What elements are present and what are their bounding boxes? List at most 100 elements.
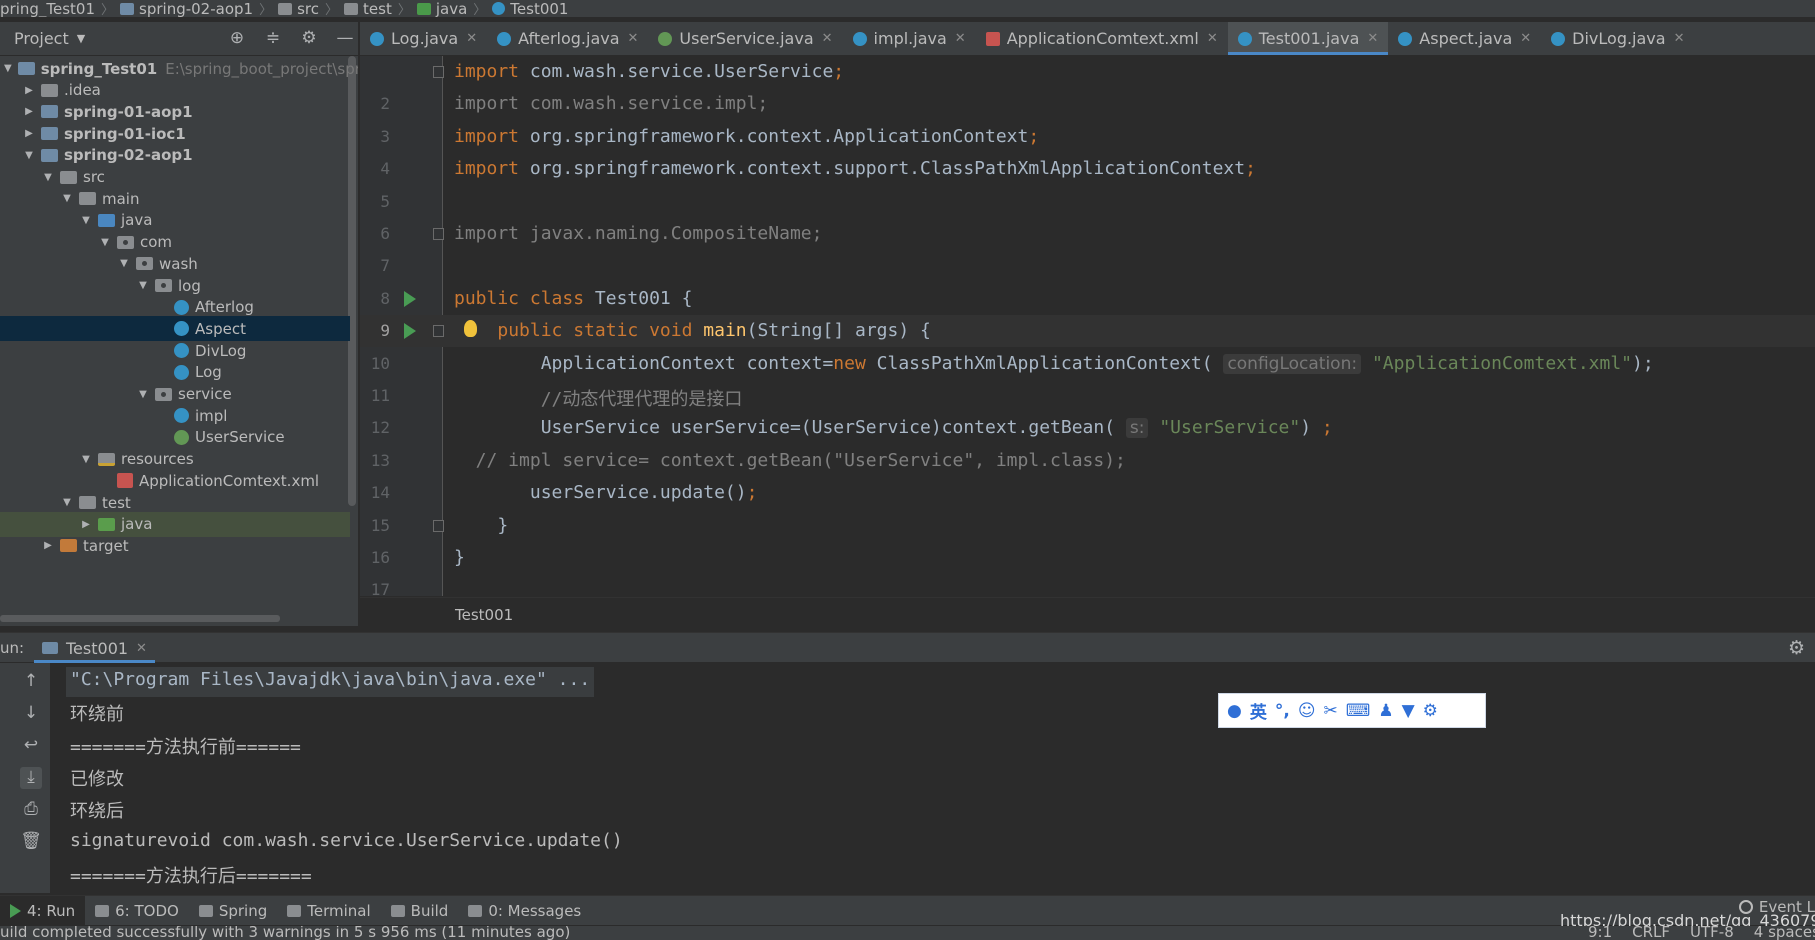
minimize-icon[interactable]: — [336, 28, 354, 48]
status-message[interactable]: uild completed successfully with 3 warni… [0, 926, 570, 940]
close-icon[interactable]: ✕ [628, 31, 639, 46]
tool-window-spring[interactable]: Spring [189, 896, 277, 926]
close-icon[interactable]: ✕ [466, 31, 477, 46]
code-line[interactable]: 12 UserService userService=(UserService)… [360, 412, 1815, 444]
close-icon[interactable]: ✕ [955, 31, 966, 46]
chevron-right-icon[interactable]: ▶ [23, 128, 35, 139]
ime-language-label[interactable]: 英 [1250, 698, 1267, 723]
editor-tab[interactable]: Log.java ✕ [360, 22, 487, 55]
breadcrumb-item[interactable]: Test001 [486, 0, 568, 17]
editor-tab[interactable]: Afterlog.java ✕ [487, 22, 648, 55]
console-output[interactable]: "C:\Program Files\Javajdk\java\bin\java.… [50, 663, 1815, 893]
tree-horizontal-scrollbar[interactable] [0, 615, 280, 622]
fold-icon[interactable] [433, 66, 444, 78]
code-line[interactable]: 14 userService.update(); [360, 477, 1815, 509]
code-line[interactable]: 3 import org.springframework.context.Appl… [360, 121, 1815, 153]
tool-window-run[interactable]: 4: Run [0, 895, 86, 926]
tool-window-messages[interactable]: 0: Messages [458, 896, 591, 926]
scroll-end-icon[interactable]: ⤓ [20, 767, 42, 789]
editor-tab[interactable]: UserService.java ✕ [648, 22, 842, 55]
breadcrumb-item[interactable]: src 〉 [272, 0, 338, 17]
chevron-right-icon[interactable]: ▶ [80, 519, 92, 530]
breadcrumb-item[interactable]: pring_Test01 〉 [0, 0, 114, 17]
code-editor[interactable]: import com.wash.service.UserService; 2 imp… [360, 56, 1815, 596]
chevron-down-icon[interactable]: ▼ [77, 32, 85, 45]
editor-tab[interactable]: DivLog.java ✕ [1541, 22, 1694, 55]
scissors-icon[interactable]: ✂ [1324, 701, 1338, 721]
close-icon[interactable]: ✕ [1520, 31, 1531, 46]
editor-breadcrumb-label[interactable]: Test001 [455, 606, 513, 624]
chevron-down-icon[interactable]: ▼ [137, 280, 149, 291]
code-line[interactable]: 9 public static void main(String[] args)… [360, 315, 1815, 348]
emoji-icon[interactable]: ☺ [1298, 701, 1316, 721]
close-icon[interactable]: ✕ [136, 641, 147, 656]
chevron-down-icon[interactable]: ▼ [80, 454, 92, 465]
chevron-down-icon[interactable]: ▼ [23, 150, 35, 161]
project-panel-title[interactable]: Project [14, 29, 69, 48]
wrap-icon[interactable]: ↩ [20, 735, 42, 757]
punctuation-icon[interactable]: °, [1275, 701, 1290, 721]
up-arrow-icon[interactable]: ↑ [20, 671, 42, 693]
chevron-down-icon[interactable]: ▼ [4, 63, 12, 74]
editor-tab[interactable]: ApplicationComtext.xml ✕ [976, 22, 1228, 55]
chevron-down-icon[interactable]: ▼ [61, 193, 73, 204]
tree-item[interactable]: ▶ target [0, 533, 350, 558]
close-icon[interactable]: ✕ [1367, 31, 1378, 46]
chevron-right-icon[interactable]: ▶ [23, 106, 35, 117]
code-line[interactable]: 4 import org.springframework.context.supp… [360, 153, 1815, 185]
code-line[interactable]: 16} [360, 542, 1815, 574]
down-arrow-icon[interactable]: ↓ [20, 703, 42, 725]
file-encoding[interactable]: UTF-8 [1690, 926, 1734, 940]
editor-tab[interactable]: Test001.java ✕ [1227, 22, 1389, 55]
chevron-down-icon[interactable]: ▼ [80, 215, 92, 226]
code-line[interactable]: 15 } [360, 510, 1815, 542]
chevron-down-icon[interactable]: ▼ [61, 497, 73, 508]
line-separator[interactable]: CRLF [1632, 926, 1670, 940]
tool-window-todo[interactable]: 6: TODO [85, 896, 189, 926]
indent-setting[interactable]: 4 spaces [1754, 926, 1815, 940]
gear-icon[interactable]: ⚙ [1788, 637, 1805, 659]
run-gutter-icon[interactable] [404, 323, 416, 340]
code-line[interactable]: 10 ApplicationContext context=new ClassP… [360, 348, 1815, 380]
code-line[interactable]: 2 import com.wash.service.impl; [360, 88, 1815, 120]
caret-position[interactable]: 9:1 [1588, 926, 1612, 940]
chevron-down-icon[interactable]: ▼ [137, 389, 149, 400]
print-icon[interactable]: ⎙ [20, 799, 42, 821]
gear-icon[interactable]: ⚙ [1423, 701, 1438, 721]
code-line[interactable]: 11 //动态代理代理的是接口 [360, 380, 1815, 412]
keyboard-icon[interactable]: ⌨ [1346, 701, 1371, 721]
tool-window-terminal[interactable]: Terminal [277, 896, 380, 926]
breadcrumb-item[interactable]: java 〉 [411, 0, 486, 17]
fold-icon[interactable] [433, 325, 444, 338]
chevron-right-icon[interactable]: ▶ [42, 540, 54, 551]
code-line[interactable]: 5 [360, 186, 1815, 218]
close-icon[interactable]: ✕ [822, 31, 833, 46]
close-icon[interactable]: ✕ [1674, 31, 1685, 46]
run-gutter-icon[interactable] [404, 290, 416, 307]
breadcrumb-item[interactable]: spring-02-aop1 〉 [114, 0, 272, 17]
code-line[interactable]: 17 [360, 574, 1815, 596]
fold-icon[interactable] [433, 519, 444, 532]
close-icon[interactable]: ✕ [1207, 31, 1218, 46]
ime-toolbar[interactable]: ● 英 °, ☺ ✂ ⌨ ♟ ▼ ⚙ [1218, 693, 1486, 728]
breadcrumb-item[interactable]: test 〉 [338, 0, 411, 17]
gear-icon[interactable]: ⚙ [300, 28, 318, 48]
person-icon[interactable]: ♟ [1378, 701, 1393, 721]
crosshair-icon[interactable]: ⊕ [228, 28, 246, 48]
code-line[interactable]: 8 public class Test001 { [360, 283, 1815, 315]
shirt-icon[interactable]: ▼ [1402, 701, 1415, 721]
code-line[interactable]: 13 // impl service= context.getBean("Use… [360, 445, 1815, 477]
fold-icon[interactable] [433, 228, 444, 240]
chevron-right-icon[interactable]: ▶ [23, 85, 35, 96]
code-line[interactable]: 7 [360, 250, 1815, 282]
user-icon[interactable]: ● [1227, 701, 1242, 721]
chevron-down-icon[interactable]: ▼ [99, 237, 111, 248]
run-tab-test001[interactable]: Test001 ✕ [34, 633, 155, 663]
collapse-icon[interactable]: ≑ [264, 28, 282, 48]
code-line[interactable]: import com.wash.service.UserService; [360, 56, 1815, 88]
chevron-down-icon[interactable]: ▼ [118, 258, 130, 269]
trash-icon[interactable]: 🗑 [20, 831, 42, 853]
editor-tab[interactable]: impl.java ✕ [843, 22, 976, 55]
tool-window-build[interactable]: Build [381, 896, 459, 926]
chevron-down-icon[interactable]: ▼ [42, 172, 54, 183]
